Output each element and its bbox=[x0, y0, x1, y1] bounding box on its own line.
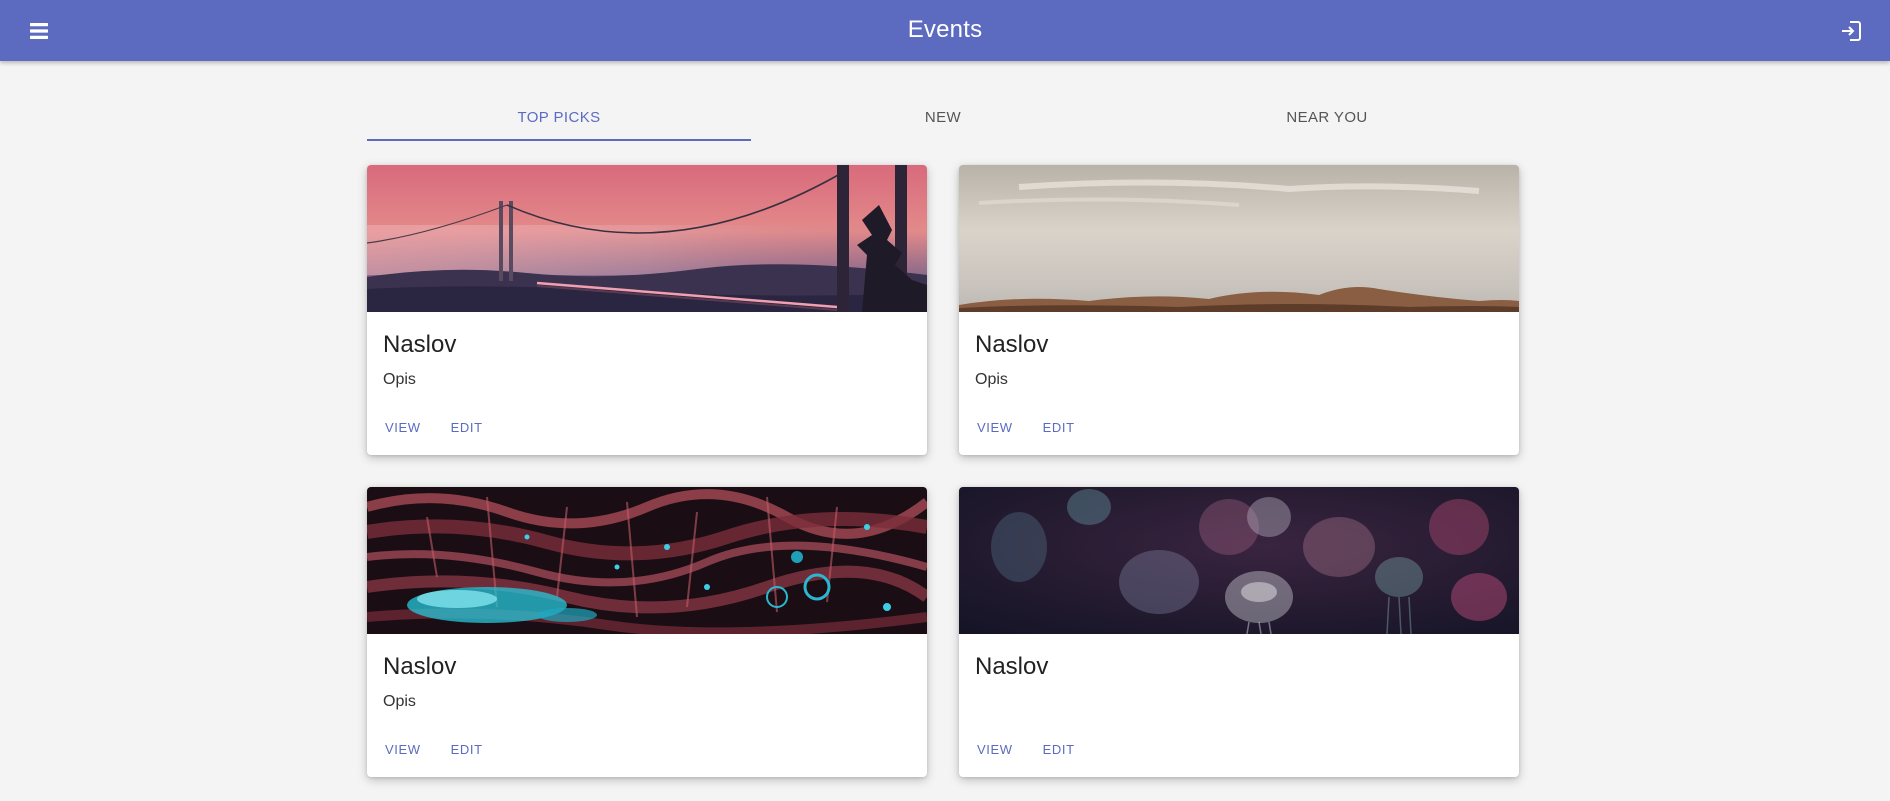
tab-top-picks[interactable]: TOP PICKS bbox=[367, 90, 751, 141]
event-card: Naslov Opis VIEW EDIT bbox=[367, 165, 927, 455]
card-title: Naslov bbox=[975, 653, 1049, 680]
card-image-bridge bbox=[367, 165, 927, 312]
card-actions: VIEW EDIT bbox=[967, 734, 1085, 765]
edit-button[interactable]: EDIT bbox=[441, 412, 493, 443]
edit-button[interactable]: EDIT bbox=[1033, 412, 1085, 443]
login-icon bbox=[1842, 21, 1861, 41]
event-card: Naslov Opis VIEW EDIT bbox=[959, 165, 1519, 455]
page-title: Events bbox=[907, 16, 983, 43]
tab-bar: TOP PICKS NEW NEAR YOU bbox=[367, 90, 1519, 141]
card-actions: VIEW EDIT bbox=[967, 412, 1085, 443]
tab-new[interactable]: NEW bbox=[751, 90, 1135, 141]
card-title: Naslov bbox=[383, 653, 457, 680]
login-button[interactable] bbox=[1834, 14, 1868, 48]
card-description: Opis bbox=[383, 693, 416, 710]
view-button[interactable]: VIEW bbox=[375, 734, 431, 765]
card-actions: VIEW EDIT bbox=[375, 734, 493, 765]
view-button[interactable]: VIEW bbox=[967, 734, 1023, 765]
app-bar: Events bbox=[0, 0, 1890, 61]
card-title: Naslov bbox=[975, 331, 1049, 358]
edit-button[interactable]: EDIT bbox=[1033, 734, 1085, 765]
tab-near-you[interactable]: NEAR YOU bbox=[1135, 90, 1519, 141]
view-button[interactable]: VIEW bbox=[375, 412, 431, 443]
event-card: Naslov Opis VIEW EDIT bbox=[367, 487, 927, 777]
card-image-jellyfish bbox=[959, 487, 1519, 634]
edit-button[interactable]: EDIT bbox=[441, 734, 493, 765]
view-button[interactable]: VIEW bbox=[967, 412, 1023, 443]
card-image-desert bbox=[959, 165, 1519, 312]
card-actions: VIEW EDIT bbox=[375, 412, 493, 443]
card-description: Opis bbox=[975, 371, 1008, 388]
card-image-abstract bbox=[367, 487, 927, 634]
event-card: Naslov VIEW EDIT bbox=[959, 487, 1519, 777]
card-title: Naslov bbox=[383, 331, 457, 358]
card-description: Opis bbox=[383, 371, 416, 388]
